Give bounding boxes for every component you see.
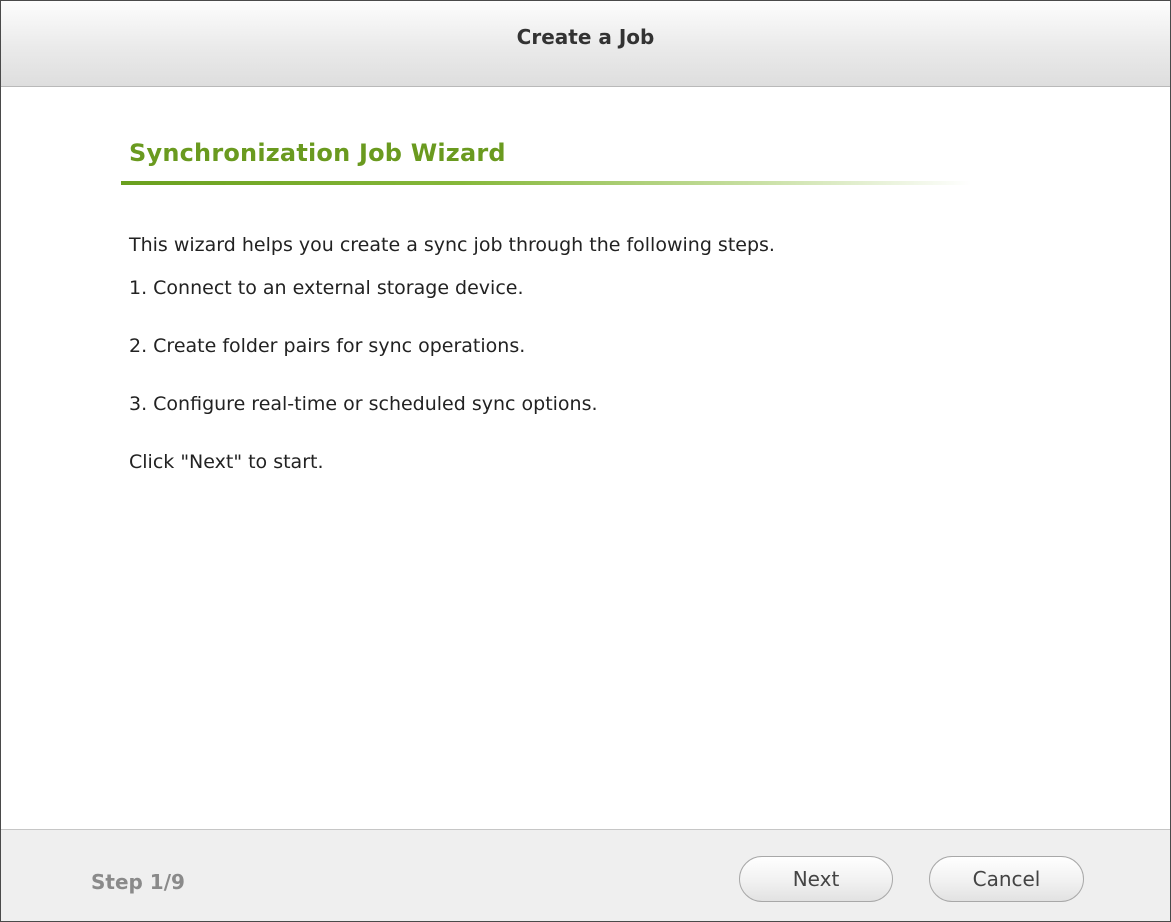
wizard-heading: Synchronization Job Wizard (129, 139, 506, 167)
wizard-intro: This wizard helps you create a sync job … (129, 234, 775, 256)
wizard-step-1: 1. Connect to an external storage device… (129, 277, 524, 299)
wizard-instruction: Click "Next" to start. (129, 451, 324, 473)
cancel-button[interactable]: Cancel (929, 856, 1084, 902)
next-button[interactable]: Next (739, 856, 893, 902)
create-job-dialog: Create a Job Synchronization Job Wizard … (0, 0, 1171, 922)
step-indicator: Step 1/9 (91, 870, 185, 894)
dialog-titlebar[interactable]: Create a Job (1, 1, 1170, 87)
wizard-step-3: 3. Configure real-time or scheduled sync… (129, 393, 598, 415)
wizard-content: Synchronization Job Wizard This wizard h… (1, 87, 1170, 829)
dialog-footer: Step 1/9 Next Cancel (1, 829, 1170, 921)
dialog-title: Create a Job (516, 25, 655, 49)
heading-divider (121, 181, 971, 185)
wizard-step-2: 2. Create folder pairs for sync operatio… (129, 335, 526, 357)
